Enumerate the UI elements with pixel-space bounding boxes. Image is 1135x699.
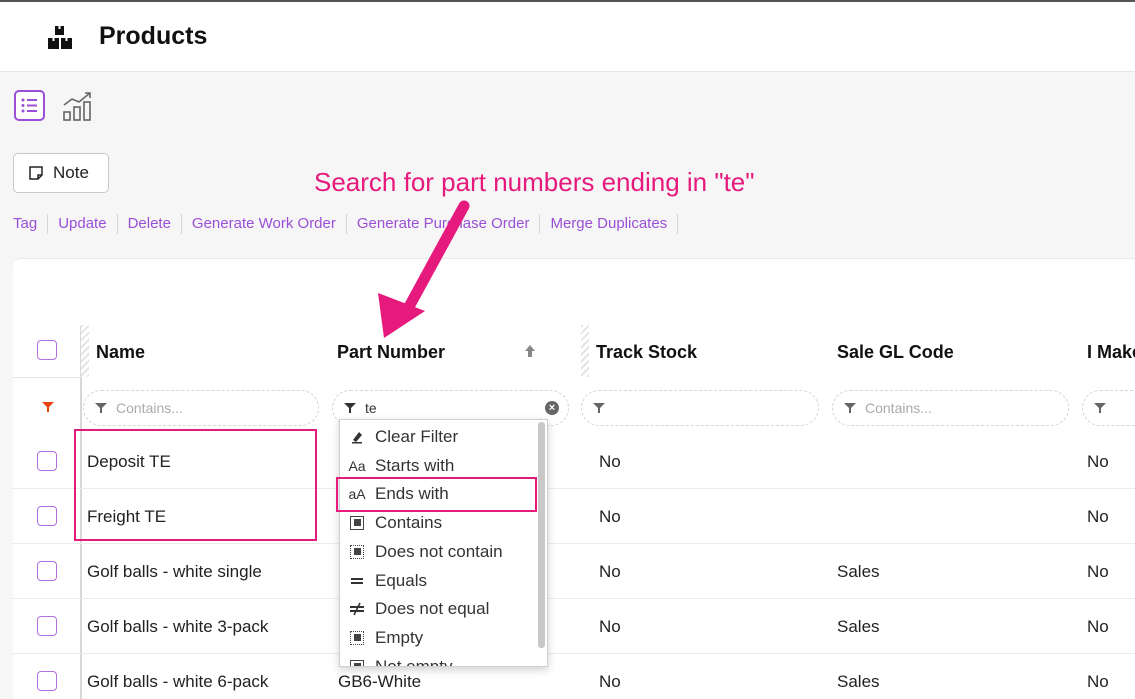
menu-item-empty[interactable]: Empty <box>340 623 536 652</box>
cell-sale-gl: Sales <box>837 672 880 691</box>
cell-name: Golf balls - white 6-pack <box>87 672 269 691</box>
highlight-box-ends-with <box>336 477 537 512</box>
highlight-box-names <box>74 429 317 541</box>
menu-item-contains[interactable]: Contains <box>340 508 536 537</box>
annotation-arrow <box>378 200 470 338</box>
clear-filter-icon[interactable]: × <box>545 401 559 415</box>
row-checkbox[interactable] <box>37 616 57 636</box>
cell-track-stock: No <box>599 562 621 581</box>
column-header-sale-gl-code[interactable]: Sale GL Code <box>837 342 954 363</box>
i-make-filter-input[interactable] <box>1082 390 1135 426</box>
action-generate-work-order[interactable]: Generate Work Order <box>182 214 347 234</box>
equals-icon <box>346 574 368 588</box>
cell-part-number: GB6-White <box>338 672 422 691</box>
chart-view-icon[interactable] <box>61 90 95 122</box>
does-not-contain-icon <box>346 544 368 559</box>
contains-icon <box>346 515 368 530</box>
cell-track-stock: No <box>599 617 621 636</box>
cell-name: Golf balls - white single <box>87 562 262 581</box>
cell-i-make: No <box>1087 507 1109 526</box>
note-button[interactable]: Note <box>13 153 109 193</box>
sale-gl-filter-placeholder: Contains... <box>865 400 932 416</box>
not-empty-icon <box>346 659 368 666</box>
sale-gl-filter-input[interactable]: Contains... <box>832 390 1069 426</box>
boxes-icon <box>48 26 72 49</box>
menu-item-label: Starts with <box>375 455 455 475</box>
cell-sale-gl: Sales <box>837 562 880 581</box>
menu-item-label: Not empty <box>375 656 453 667</box>
column-header-i-make[interactable]: I Make <box>1087 342 1135 363</box>
page-title: Products <box>99 22 208 50</box>
part-number-filter-value: te <box>365 400 377 416</box>
cell-track-stock: No <box>599 507 621 526</box>
filter-icon <box>593 403 605 413</box>
filter-icon <box>95 403 107 413</box>
page-header: Products <box>0 2 1135 72</box>
filter-icon <box>1094 403 1106 413</box>
action-update[interactable]: Update <box>48 214 118 234</box>
row-checkbox[interactable] <box>37 506 57 526</box>
column-resize-handle[interactable] <box>81 325 89 377</box>
cell-sale-gl: Sales <box>837 617 880 636</box>
filter-condition-menu: Clear Filter Aa Starts with aA Ends with… <box>339 419 548 667</box>
cell-i-make: No <box>1087 452 1109 471</box>
list-icon <box>21 98 37 113</box>
select-all-checkbox[interactable] <box>37 340 57 360</box>
filter-icon[interactable] <box>344 402 356 414</box>
sort-ascending-icon[interactable] <box>525 345 535 357</box>
row-checkbox[interactable] <box>37 451 57 471</box>
menu-item-does-not-equal[interactable]: Does not equal <box>340 594 536 623</box>
row-checkbox[interactable] <box>37 671 57 691</box>
empty-icon <box>346 630 368 645</box>
eraser-icon <box>346 430 368 444</box>
action-delete[interactable]: Delete <box>118 214 182 234</box>
bulk-actions-bar: Tag Update Delete Generate Work Order Ge… <box>13 214 679 234</box>
starts-with-icon: Aa <box>348 457 366 474</box>
cell-track-stock: No <box>599 452 621 471</box>
menu-item-equals[interactable]: Equals <box>340 566 536 595</box>
list-view-toggle[interactable] <box>14 90 45 121</box>
column-header-name[interactable]: Name <box>96 342 145 363</box>
not-equal-icon <box>346 601 368 617</box>
menu-item-label: Does not contain <box>375 541 503 561</box>
menu-item-label: Equals <box>375 570 427 590</box>
track-stock-filter-input[interactable] <box>581 390 819 426</box>
filter-icon <box>844 403 856 413</box>
menu-item-label: Does not equal <box>375 598 490 618</box>
cell-track-stock: No <box>599 672 621 691</box>
menu-scrollbar[interactable] <box>538 422 545 648</box>
cell-i-make: No <box>1087 562 1109 581</box>
action-tag[interactable]: Tag <box>13 214 49 234</box>
column-resize-handle[interactable] <box>581 325 589 377</box>
table-row[interactable]: Golf balls - white 3-pack No Sales No <box>13 599 1135 654</box>
annotation-text: Search for part numbers ending in "te" <box>314 167 755 197</box>
menu-item-does-not-contain[interactable]: Does not contain <box>340 537 536 566</box>
menu-item-clear-filter[interactable]: Clear Filter <box>340 422 536 451</box>
table-row[interactable]: Golf balls - white single No Sales No <box>13 544 1135 599</box>
note-icon <box>29 166 43 180</box>
name-filter-input[interactable]: Contains... <box>83 390 319 426</box>
cell-name: Golf balls - white 3-pack <box>87 617 269 636</box>
menu-item-label: Contains <box>375 512 443 532</box>
menu-item-starts-with[interactable]: Aa Starts with <box>340 451 536 480</box>
note-button-label: Note <box>53 163 89 182</box>
active-filter-icon[interactable] <box>42 401 54 413</box>
column-header-track-stock[interactable]: Track Stock <box>596 342 697 363</box>
menu-item-label: Clear Filter <box>375 426 459 446</box>
filter-row-divider <box>13 377 81 378</box>
row-checkbox[interactable] <box>37 561 57 581</box>
menu-item-label: Empty <box>375 627 424 647</box>
cell-i-make: No <box>1087 672 1109 691</box>
name-filter-placeholder: Contains... <box>116 400 183 416</box>
table-row[interactable]: Golf balls - white 6-pack GB6-White No S… <box>13 654 1135 699</box>
cell-i-make: No <box>1087 617 1109 636</box>
action-merge-duplicates[interactable]: Merge Duplicates <box>540 214 679 234</box>
menu-item-not-empty[interactable]: Not empty <box>340 652 536 667</box>
